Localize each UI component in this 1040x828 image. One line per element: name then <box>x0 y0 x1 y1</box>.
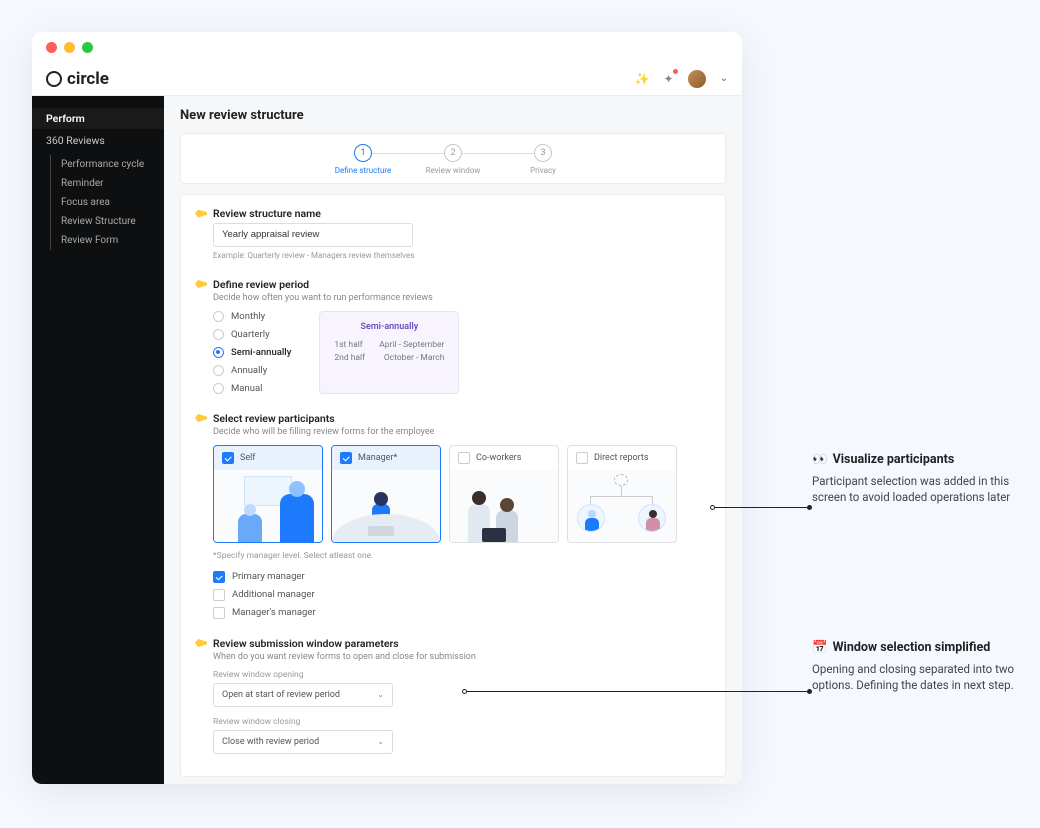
mgr-additional[interactable]: Additional manager <box>213 589 711 601</box>
period-annually[interactable]: Annually <box>213 365 291 376</box>
traffic-light-close[interactable] <box>46 42 57 53</box>
app-window: circle ✨ ✦ ⌄ Perform 360 Reviews Perform… <box>32 32 742 784</box>
avatar[interactable] <box>688 70 706 88</box>
structure-name-input[interactable] <box>213 223 413 247</box>
manager-note: *Specify manager level. Select atleast o… <box>213 551 711 561</box>
logo-text: circle <box>67 69 109 89</box>
chevron-down-icon[interactable]: ⌄ <box>720 73 728 84</box>
opening-select[interactable]: Open at start of review period⌄ <box>213 683 393 707</box>
calendar-icon: 📅 <box>812 640 828 655</box>
participant-manager[interactable]: Manager* <box>331 445 441 543</box>
period-quarterly[interactable]: Quarterly <box>213 329 291 340</box>
page-title: New review structure <box>180 108 726 123</box>
form-card: Review structure name Example: Quarterly… <box>180 194 726 777</box>
checkbox-icon <box>458 452 470 464</box>
sidebar-section[interactable]: Perform <box>32 108 164 129</box>
logo-icon <box>46 71 62 87</box>
eyes-icon: 👀 <box>812 452 828 467</box>
step-1[interactable]: 1 Define structure <box>318 144 408 175</box>
hint-text: Example: Quarterly review - Managers rev… <box>213 251 711 260</box>
step-2[interactable]: 2 Review window <box>408 144 498 175</box>
sidebar-item[interactable]: Review Structure <box>51 212 164 231</box>
participant-direct-reports[interactable]: Direct reports <box>567 445 677 543</box>
section-period: Define review period Decide how often yo… <box>195 278 711 394</box>
sidebar-subsection[interactable]: 360 Reviews <box>32 129 164 155</box>
notification-icon[interactable]: ✦ <box>664 72 674 86</box>
titlebar <box>32 32 742 62</box>
participant-coworkers[interactable]: Co-workers <box>449 445 559 543</box>
checkbox-icon <box>340 452 352 464</box>
callout-visualize: 👀Visualize participants Participant sele… <box>812 452 1022 505</box>
main-content: New review structure 1 Define structure … <box>164 96 742 784</box>
mgr-primary[interactable]: Primary manager <box>213 571 711 583</box>
period-semiannually[interactable]: Semi-annually <box>213 347 291 358</box>
topbar: circle ✨ ✦ ⌄ <box>32 62 742 96</box>
leader-line <box>467 691 807 692</box>
callout-window: 📅Window selection simplified Opening and… <box>812 640 1022 693</box>
magic-icon[interactable]: ✨ <box>635 72 650 86</box>
sidebar-item[interactable]: Focus area <box>51 193 164 212</box>
pointer-icon <box>195 280 207 288</box>
mgr-managers[interactable]: Manager's manager <box>213 607 711 619</box>
chevron-down-icon: ⌄ <box>377 690 384 699</box>
period-monthly[interactable]: Monthly <box>213 311 291 322</box>
period-preview: Semi-annually 1st halfApril - September … <box>319 311 459 394</box>
sidebar-item[interactable]: Reminder <box>51 174 164 193</box>
leader-line <box>715 507 807 508</box>
section-window: Review submission window parameters When… <box>195 637 711 754</box>
closing-label: Review window closing <box>213 717 711 727</box>
leader-dot <box>807 505 812 510</box>
sidebar-item[interactable]: Performance cycle <box>51 155 164 174</box>
section-participants: Select review participants Decide who wi… <box>195 412 711 619</box>
checkbox-icon <box>222 452 234 464</box>
opening-label: Review window opening <box>213 670 711 680</box>
logo[interactable]: circle <box>46 69 109 89</box>
traffic-light-max[interactable] <box>82 42 93 53</box>
sidebar-item[interactable]: Review Form <box>51 231 164 250</box>
sidebar: Perform 360 Reviews Performance cycle Re… <box>32 96 164 784</box>
pointer-icon <box>195 639 207 647</box>
closing-select[interactable]: Close with review period⌄ <box>213 730 393 754</box>
checkbox-icon <box>576 452 588 464</box>
pointer-icon <box>195 210 207 218</box>
pointer-icon <box>195 414 207 422</box>
chevron-down-icon: ⌄ <box>377 737 384 746</box>
traffic-light-min[interactable] <box>64 42 75 53</box>
period-manual[interactable]: Manual <box>213 383 291 394</box>
step-3[interactable]: 3 Privacy <box>498 144 588 175</box>
stepper-card: 1 Define structure 2 Review window 3 Pri… <box>180 133 726 184</box>
topbar-actions: ✨ ✦ ⌄ <box>635 70 728 88</box>
section-name: Review structure name Example: Quarterly… <box>195 207 711 260</box>
participant-self[interactable]: Self <box>213 445 323 543</box>
